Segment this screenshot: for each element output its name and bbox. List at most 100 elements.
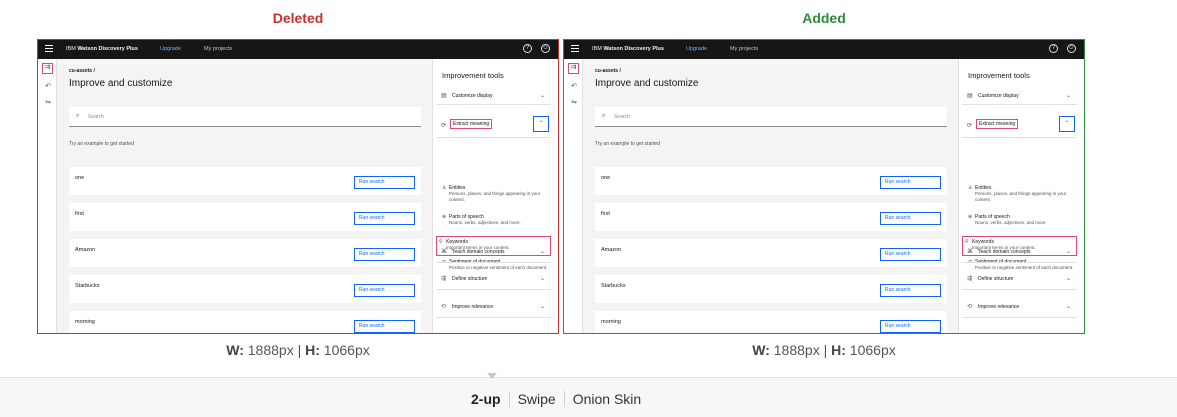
main-panel: cu-assets / Improve and customize ⌕ Sear… [57,59,432,333]
side-rail: ⇉ ↶ ⇋ [564,59,583,333]
example-query: one [601,175,611,181]
display-icon: ▤ [967,93,973,99]
user-icon[interactable]: ☺ [541,44,550,53]
tool-teach-domain-concepts[interactable]: ⌘ Teach domain concepts ⌄ [436,243,551,263]
example-query: first [601,211,610,217]
speech-icon: ⊕ [968,214,973,220]
brand: IBM Watson Discovery Plus [66,46,138,52]
breadcrumb[interactable]: cu-assets / [595,68,621,74]
chevron-down-icon: ⌄ [1065,93,1071,99]
display-icon: ▤ [441,93,447,99]
added-label: Added [802,10,846,26]
example-card: first Run search [595,203,947,231]
extract-icon: ⟳ [967,123,973,129]
concepts-icon: ⌘ [441,249,447,255]
subtool-entities[interactable]: ♙ Entities Persons, places, and things app… [436,185,551,207]
example-card: morning Run search [595,311,947,333]
subtool-parts-of-speech[interactable]: ⊕ Parts of speech Nouns, verbs, adjectives… [962,214,1077,236]
deleted-dimensions: W: 1888px | H: 1066px [226,342,370,358]
entities-icon: ♙ [968,185,973,191]
my-projects-link[interactable]: My projects [730,46,758,52]
example-query: Amazon [75,247,96,253]
run-search-button[interactable]: Run search [880,212,941,225]
breadcrumb[interactable]: cu-assets / [69,68,95,74]
speech-icon: ⊕ [442,214,447,220]
tool-define-structure[interactable]: ⇶ Define structure ⌄ [962,270,1077,290]
view-mode-switcher: 2-up Swipe Onion Skin [471,391,649,407]
app-screenshot: IBM Watson Discovery Plus Upgrade My pro… [38,40,558,333]
tool-improve-relevance[interactable]: ⟲ Improve relevance ⌄ [962,298,1077,318]
help-icon[interactable]: ? [1049,44,1058,53]
relevance-icon: ⟲ [967,304,973,310]
chevron-down-icon: ⌄ [539,249,545,255]
search-placeholder: Search [88,114,104,120]
app-header: IBM Watson Discovery Plus Upgrade My pro… [564,40,1084,59]
menu-icon[interactable] [45,45,53,53]
example-query: Starbucks [75,283,100,289]
tool-customize-display[interactable]: ▤ Customize display ⌄ [436,87,551,105]
run-search-button[interactable]: Run search [354,176,415,189]
try-example-text: Try an example to get started [69,141,134,147]
deleted-image-frame: IBM Watson Discovery Plus Upgrade My pro… [37,39,559,334]
example-query: Amazon [601,247,622,253]
search-icon: ⌕ [76,113,80,119]
improve-icon[interactable]: ⇉ [42,63,53,74]
user-icon[interactable]: ☺ [1067,44,1076,53]
undo-icon[interactable]: ↶ [44,83,52,91]
tool-customize-display[interactable]: ▤ Customize display ⌄ [962,87,1077,105]
try-example-text: Try an example to get started [595,141,660,147]
improve-icon[interactable]: ⇉ [568,63,579,74]
run-search-button[interactable]: Run search [354,320,415,333]
run-search-button[interactable]: Run search [880,248,941,261]
structure-icon: ⇶ [441,276,447,282]
relevance-icon: ⟲ [441,304,447,310]
run-search-button[interactable]: Run search [880,176,941,189]
run-search-button[interactable]: Run search [880,320,941,333]
run-search-button[interactable]: Run search [354,284,415,297]
menu-icon[interactable] [571,45,579,53]
caret-down-icon [487,373,497,379]
example-card: one Run search [595,167,947,195]
example-card: Starbucks Run search [595,275,947,303]
undo-icon[interactable]: ↶ [570,83,578,91]
tool-improve-relevance[interactable]: ⟲ Improve relevance ⌄ [436,298,551,318]
tool-extract-meaning[interactable]: ⟳ Extract meaning ⌃ [436,114,551,138]
improvement-tools-panel: Improvement tools ▤ Customize display ⌄ … [432,59,558,333]
search-input[interactable]: ⌕ Search [69,107,421,127]
page-title: Improve and customize [595,78,699,89]
mode-2up[interactable]: 2-up [471,391,509,407]
diff-viewer: Deleted Added IBM Watson Discovery Plus … [0,0,1177,417]
main-panel: cu-assets / Improve and customize ⌕ Sear… [583,59,958,333]
run-search-button[interactable]: Run search [354,212,415,225]
example-card: one Run search [69,167,421,195]
settings-icon[interactable]: ⇋ [570,99,578,107]
upgrade-link[interactable]: Upgrade [160,46,181,52]
example-card: morning Run search [69,311,421,333]
mode-onion-skin[interactable]: Onion Skin [563,391,649,407]
chevron-up-icon[interactable]: ⌃ [1059,116,1075,132]
mode-swipe[interactable]: Swipe [508,391,564,407]
run-search-button[interactable]: Run search [354,248,415,261]
subtool-parts-of-speech[interactable]: ⊕ Parts of speech Nouns, verbs, adjectives… [436,214,551,236]
tools-heading: Improvement tools [968,71,1030,80]
settings-icon[interactable]: ⇋ [44,99,52,107]
chevron-down-icon: ⌄ [539,304,545,310]
search-input[interactable]: ⌕ Search [595,107,947,127]
chevron-down-icon: ⌄ [1065,304,1071,310]
tools-heading: Improvement tools [442,71,504,80]
tool-teach-domain-concepts[interactable]: ⌘ Teach domain concepts ⌄ [962,243,1077,263]
app-screenshot: IBM Watson Discovery Plus Upgrade My pro… [564,40,1084,333]
example-card: Starbucks Run search [69,275,421,303]
upgrade-link[interactable]: Upgrade [686,46,707,52]
tool-extract-meaning[interactable]: ⟳ Extract meaning ⌃ [962,114,1077,138]
help-icon[interactable]: ? [523,44,532,53]
my-projects-link[interactable]: My projects [204,46,232,52]
subtool-description: Persons, places, and things appearing in… [975,191,1067,202]
search-icon: ⌕ [602,113,606,119]
chevron-down-icon: ⌄ [539,93,545,99]
tool-define-structure[interactable]: ⇶ Define structure ⌄ [436,270,551,290]
chevron-up-icon[interactable]: ⌃ [533,116,549,132]
example-card: Amazon Run search [595,239,947,267]
subtool-entities[interactable]: ♙ Entities Persons, places, and things app… [962,185,1077,207]
run-search-button[interactable]: Run search [880,284,941,297]
